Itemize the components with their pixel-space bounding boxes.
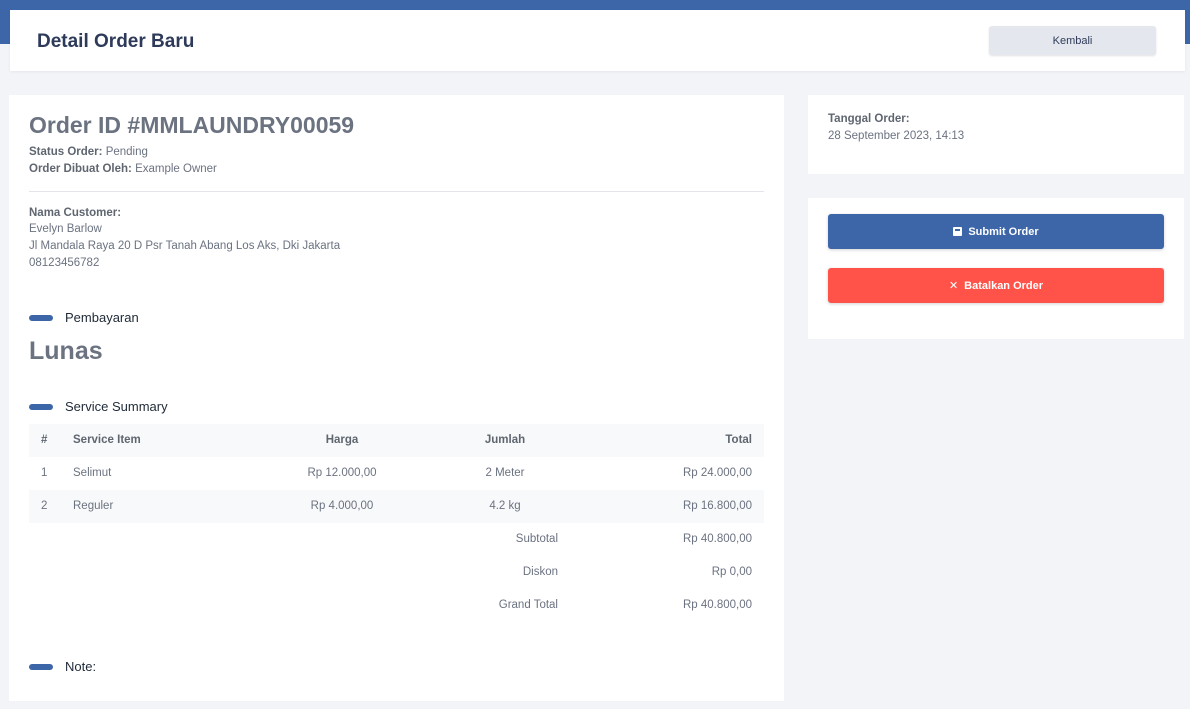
row-jumlah: 4.2 kg	[489, 500, 521, 512]
row-no: 1	[41, 467, 48, 479]
column-header-harga: Harga	[325, 434, 359, 446]
discount-row: Diskon Rp 0,00	[29, 556, 764, 589]
note-section-header: Note:	[29, 659, 96, 674]
order-status: Status Order: Pending	[29, 146, 148, 158]
table-row: 2 Reguler Rp 4.000,00 4.2 kg Rp 16.800,0…	[29, 490, 764, 523]
section-marker	[29, 663, 53, 670]
row-total: Rp 16.800,00	[682, 500, 752, 512]
order-status-value: Pending	[105, 146, 148, 158]
subtotal-row: Subtotal Rp 40.800,00	[29, 523, 764, 556]
section-marker	[29, 314, 53, 321]
table-header-row: # Service Item Harga Jumlah Total	[29, 424, 764, 457]
grand-total-row: Grand Total Rp 40.800,00	[29, 589, 764, 622]
customer-name: Evelyn Barlow	[29, 223, 102, 235]
row-service-item: Reguler	[73, 500, 114, 512]
grand-total-value: Rp 40.800,00	[682, 599, 752, 611]
row-total: Rp 24.000,00	[682, 467, 752, 479]
cancel-order-button[interactable]: ✕ Batalkan Order	[828, 268, 1164, 303]
order-actions-card: Submit Order ✕ Batalkan Order	[808, 198, 1184, 339]
row-no: 2	[41, 500, 48, 512]
submit-order-label: Submit Order	[968, 225, 1039, 238]
divider	[29, 191, 764, 192]
order-date-card: Tanggal Order: 28 September 2023, 14:13	[808, 95, 1184, 174]
section-marker	[29, 403, 53, 410]
column-header-service-item: Service Item	[73, 434, 141, 446]
service-summary-header: Service Summary	[29, 399, 168, 414]
order-created-by-value: Example Owner	[135, 163, 217, 175]
payment-section-header: Pembayaran	[29, 310, 139, 325]
discount-label: Diskon	[522, 566, 558, 578]
customer-label-text: Nama Customer:	[29, 207, 122, 219]
close-icon: ✕	[948, 280, 959, 292]
note-section-label: Note:	[65, 659, 97, 674]
order-date-label: Tanggal Order:	[828, 113, 910, 125]
service-summary-table: # Service Item Harga Jumlah Total 1 Seli…	[29, 424, 764, 622]
row-jumlah: 2 Meter	[485, 467, 525, 479]
row-service-item: Selimut	[73, 467, 112, 479]
customer-phone: 08123456782	[29, 257, 100, 269]
subtotal-label: Subtotal	[515, 533, 558, 545]
order-id-heading: Order ID #MMLAUNDRY00059	[29, 112, 355, 138]
discount-value: Rp 0,00	[711, 566, 752, 578]
column-header-total: Total	[725, 434, 752, 446]
page-title: Detail Order Baru	[37, 31, 195, 52]
table-row: 1 Selimut Rp 12.000,00 2 Meter Rp 24.000…	[29, 457, 764, 490]
column-header-jumlah: Jumlah	[484, 434, 526, 446]
subtotal-value: Rp 40.800,00	[682, 533, 752, 545]
page-header: Detail Order Baru Kembali	[10, 10, 1185, 71]
save-icon	[953, 227, 963, 236]
row-harga: Rp 12.000,00	[307, 467, 377, 479]
row-harga: Rp 4.000,00	[310, 500, 374, 512]
payment-status: Lunas	[29, 337, 103, 365]
grand-total-label: Grand Total	[498, 599, 558, 611]
submit-order-button[interactable]: Submit Order	[828, 214, 1164, 249]
column-header-no: #	[41, 434, 48, 446]
payment-section-label: Pembayaran	[65, 310, 139, 325]
cancel-order-label: Batalkan Order	[964, 279, 1044, 292]
back-button[interactable]: Kembali	[989, 26, 1156, 55]
customer-address: Jl Mandala Raya 20 D Psr Tanah Abang Los…	[29, 240, 341, 252]
order-created-by-label: Order Dibuat Oleh:	[29, 163, 132, 175]
customer-label: Nama Customer:	[29, 207, 121, 219]
order-status-label: Status Order:	[29, 146, 103, 158]
order-created-by: Order Dibuat Oleh: Example Owner	[29, 163, 217, 175]
order-date-value: 28 September 2023, 14:13	[828, 130, 965, 142]
order-detail-card: Order ID #MMLAUNDRY00059 Status Order: P…	[9, 95, 784, 701]
service-summary-label: Service Summary	[65, 399, 168, 414]
